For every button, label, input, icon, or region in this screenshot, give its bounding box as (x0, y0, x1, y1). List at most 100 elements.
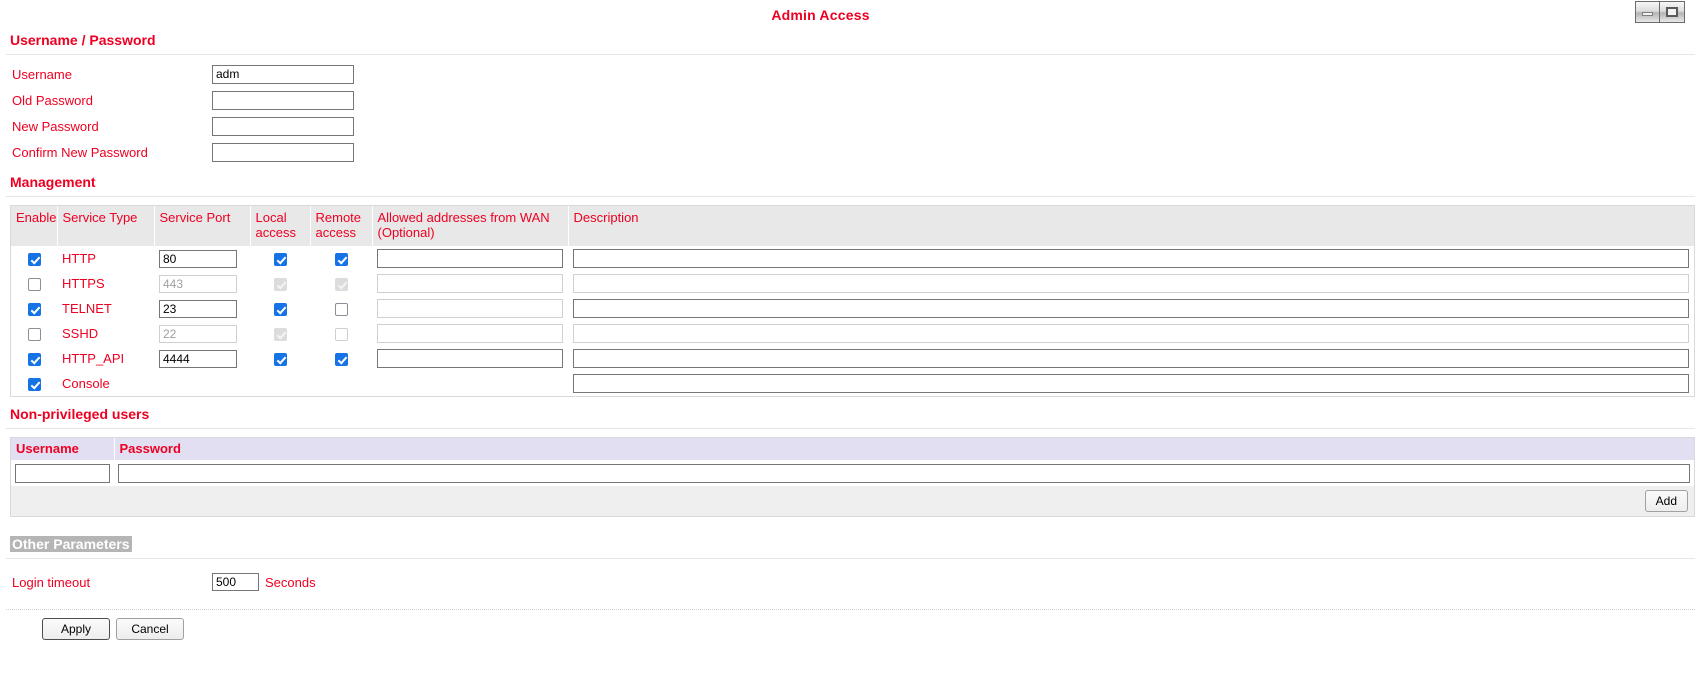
cell-description (568, 296, 1694, 321)
column-header-allowed-wan: Allowed addresses from WAN (Optional) (372, 206, 569, 247)
enable-checkbox-telnet[interactable] (27, 303, 41, 317)
window-minimize-button[interactable] (1635, 1, 1660, 23)
cell-enable (11, 346, 57, 371)
cell-allowed-wan (372, 246, 568, 271)
column-header-service-port: Service Port (154, 206, 251, 247)
np-username-input[interactable] (15, 463, 110, 483)
enable-checkbox-http_api[interactable] (27, 353, 41, 367)
table-row: HTTPS (11, 271, 1694, 296)
field-row-confirm-new-password: Confirm New Password (0, 139, 1701, 165)
description-input-sshd (573, 324, 1689, 344)
local-access-checkbox-https (273, 278, 287, 292)
apply-button[interactable]: Apply (42, 618, 110, 641)
table-row: HTTP_API (11, 346, 1694, 371)
service-port-input-sshd (159, 324, 237, 343)
divider-management (6, 196, 1695, 197)
confirm-new-password-input[interactable] (212, 142, 354, 162)
local-access-checkbox-http[interactable] (273, 253, 287, 267)
cell-local-access (250, 296, 310, 321)
column-header-remote-access: Remote access (310, 206, 373, 247)
allowed-wan-input-http_api[interactable] (377, 349, 563, 369)
remote-access-checkbox-http_api[interactable] (334, 353, 348, 367)
enable-checkbox-console[interactable] (27, 378, 41, 392)
cell-service-port (154, 371, 250, 396)
cell-description (568, 271, 1694, 296)
cell-allowed-wan (372, 346, 568, 371)
cell-local-access (250, 346, 310, 371)
local-access-checkbox-sshd (273, 328, 287, 342)
non-privileged-users-table-body (11, 460, 1694, 486)
cell-remote-access (310, 321, 372, 346)
cell-np-username (11, 460, 114, 486)
cell-local-access (250, 371, 310, 396)
new-password-input[interactable] (212, 116, 354, 136)
cell-local-access (250, 321, 310, 346)
management-table: Enable Service Type Service Port Local a… (11, 206, 1694, 396)
remote-access-checkbox-http[interactable] (334, 253, 348, 267)
service-port-input-http_api[interactable] (159, 349, 237, 368)
section-heading-credentials: Username / Password (10, 32, 156, 48)
cell-description (568, 321, 1694, 346)
label-new-password: New Password (12, 118, 99, 134)
cell-enable (11, 246, 57, 271)
cell-remote-access (310, 246, 372, 271)
field-row-new-password: New Password (0, 113, 1701, 139)
cell-allowed-wan (372, 271, 568, 296)
username-input[interactable] (212, 64, 354, 84)
page-title: Admin Access (771, 7, 870, 23)
cell-service-type: SSHD (62, 326, 99, 342)
cell-service-port (154, 346, 250, 371)
table-row: Console (11, 371, 1694, 396)
cell-np-password (114, 460, 1694, 486)
login-timeout-input[interactable] (212, 573, 259, 592)
description-input-http[interactable] (573, 249, 1689, 269)
old-password-input[interactable] (212, 90, 354, 110)
cancel-button[interactable]: Cancel (116, 618, 184, 641)
cell-service-type: HTTPS (62, 276, 105, 292)
cell-service-type: HTTP_API (62, 351, 125, 367)
label-old-password: Old Password (12, 92, 93, 108)
service-port-input-http[interactable] (159, 249, 237, 268)
label-confirm-new-password: Confirm New Password (12, 144, 148, 160)
cell-service-port (154, 321, 250, 346)
section-heading-non-privileged-users: Non-privileged users (10, 406, 150, 423)
table-row: HTTP (11, 246, 1694, 271)
add-user-button[interactable]: Add (1644, 490, 1688, 513)
cell-allowed-wan (372, 296, 568, 321)
enable-checkbox-https[interactable] (27, 278, 41, 292)
enable-checkbox-http[interactable] (27, 253, 41, 267)
management-table-body: HTTP HTTPS TELNET SSHD HTTP_API Console (11, 246, 1694, 396)
cell-remote-access (310, 296, 372, 321)
management-table-wrapper: Enable Service Type Service Port Local a… (10, 205, 1695, 398)
allowed-wan-input-telnet (377, 299, 563, 319)
cell-description (568, 371, 1694, 396)
non-privileged-users-table-wrapper: Username Password Add (10, 437, 1695, 518)
np-password-input[interactable] (118, 463, 1690, 483)
cell-remote-access (310, 271, 372, 296)
section-heading-management: Management (10, 174, 96, 190)
cell-allowed-wan (372, 371, 568, 396)
table-row: TELNET (11, 296, 1694, 321)
footer-button-row: Apply Cancel (0, 610, 1701, 641)
field-row-login-timeout: Login timeout Seconds (0, 569, 1701, 595)
non-privileged-users-table: Username Password (11, 438, 1694, 486)
column-header-service-type: Service Type (57, 206, 155, 247)
description-input-console[interactable] (573, 374, 1689, 394)
remote-access-checkbox-telnet[interactable] (334, 303, 348, 317)
label-login-timeout: Login timeout (12, 574, 91, 590)
cell-service-port (154, 296, 250, 321)
description-input-telnet[interactable] (573, 299, 1689, 319)
column-header-enable: Enable (11, 206, 58, 247)
local-access-checkbox-http_api[interactable] (273, 353, 287, 367)
remote-access-checkbox-sshd (334, 328, 348, 342)
description-input-http_api[interactable] (573, 349, 1689, 369)
allowed-wan-input-http[interactable] (377, 249, 563, 269)
table-row: SSHD (11, 321, 1694, 346)
cell-service-type: Console (62, 376, 110, 392)
login-timeout-unit: Seconds (265, 574, 316, 590)
service-port-input-telnet[interactable] (159, 299, 237, 318)
column-header-description: Description (568, 206, 1694, 247)
enable-checkbox-sshd[interactable] (27, 328, 41, 342)
window-maximize-button[interactable] (1660, 1, 1685, 23)
local-access-checkbox-telnet[interactable] (273, 303, 287, 317)
